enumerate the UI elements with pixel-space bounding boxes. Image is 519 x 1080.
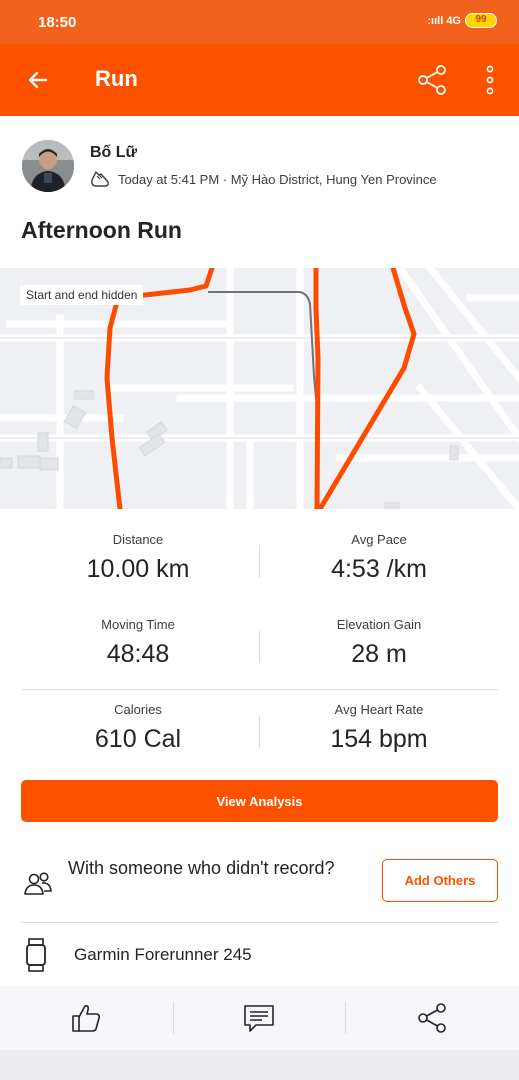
divider bbox=[21, 922, 498, 923]
more-options-button[interactable] bbox=[474, 60, 506, 100]
stat-avg-pace: Avg Pace 4:53 /km bbox=[259, 532, 499, 584]
athlete-header: Bố Lữ Today at 5:41 PM · Mỹ Hào District… bbox=[0, 116, 519, 206]
stat-distance: Distance 10.00 km bbox=[18, 532, 258, 584]
stat-label: Elevation Gain bbox=[336, 617, 422, 632]
map-privacy-label: Start and end hidden bbox=[20, 285, 144, 305]
share-icon bbox=[418, 65, 446, 95]
activity-title: Afternoon Run bbox=[21, 217, 182, 243]
navigation-strip bbox=[0, 1050, 519, 1080]
divider bbox=[173, 1002, 174, 1034]
stat-row: Moving Time 48:48 Elevation Gain 28 m bbox=[0, 605, 519, 690]
status-bar: 18:50 :ııll 4G 99 bbox=[0, 0, 519, 44]
activity-date-location: Today at 5:41 PM · Mỹ Hào District, Hung… bbox=[118, 171, 437, 187]
with-others-text: With someone who didn't record? bbox=[68, 858, 335, 878]
back-button[interactable] bbox=[20, 62, 56, 98]
stat-value: 10.00 km bbox=[86, 555, 190, 583]
stat-label: Calories bbox=[114, 702, 162, 717]
avatar[interactable] bbox=[22, 140, 74, 192]
stat-label: Moving Time bbox=[101, 617, 175, 632]
thumbs-up-icon bbox=[72, 1005, 101, 1032]
battery-icon: 99 bbox=[465, 13, 497, 28]
stat-value: 48:48 bbox=[106, 640, 170, 668]
stat-value: 610 Cal bbox=[94, 725, 182, 753]
avatar-photo bbox=[22, 140, 74, 192]
stat-label: Avg Pace bbox=[351, 532, 407, 547]
device-name: Garmin Forerunner 245 bbox=[74, 945, 252, 964]
people-icon bbox=[24, 872, 52, 895]
stat-label: Avg Heart Rate bbox=[334, 702, 424, 717]
share-activity-button[interactable] bbox=[402, 996, 462, 1040]
status-indicators: :ııll 4G 99 bbox=[427, 13, 497, 28]
signal-indicator: :ııll 4G bbox=[427, 14, 461, 27]
arrow-left-icon bbox=[28, 71, 48, 89]
comment-button[interactable] bbox=[229, 996, 289, 1040]
stat-moving-time: Moving Time 48:48 bbox=[18, 617, 258, 669]
divider bbox=[345, 1002, 346, 1034]
share-button[interactable] bbox=[412, 60, 452, 100]
kudos-button[interactable] bbox=[56, 996, 116, 1040]
athlete-name[interactable]: Bố Lữ bbox=[90, 144, 137, 162]
app-bar: Run bbox=[0, 44, 519, 116]
comment-icon bbox=[244, 1005, 274, 1032]
stat-calories: Calories 610 Cal bbox=[18, 702, 258, 754]
page-title: Run bbox=[95, 66, 138, 91]
stat-value: 154 bpm bbox=[330, 725, 428, 753]
more-vertical-icon bbox=[486, 65, 494, 95]
watch-icon bbox=[26, 938, 46, 972]
stat-row: Calories 610 Cal Avg Heart Rate 154 bpm bbox=[0, 690, 519, 775]
stat-value: 4:53 /km bbox=[331, 555, 427, 583]
share-icon bbox=[418, 1003, 446, 1033]
shoe-icon bbox=[91, 171, 109, 187]
stat-label: Distance bbox=[112, 532, 164, 547]
stat-row: Distance 10.00 km Avg Pace 4:53 /km bbox=[0, 520, 519, 605]
action-bar bbox=[0, 986, 519, 1050]
stat-value: 28 m bbox=[351, 640, 407, 668]
stats-grid: Distance 10.00 km Avg Pace 4:53 /km Movi… bbox=[0, 520, 519, 775]
route-map[interactable]: Start and end hidden bbox=[0, 268, 519, 509]
add-others-button[interactable]: Add Others bbox=[382, 859, 498, 902]
activity-meta: Today at 5:41 PM · Mỹ Hào District, Hung… bbox=[90, 170, 437, 188]
stat-elevation-gain: Elevation Gain 28 m bbox=[259, 617, 499, 669]
with-others-section: With someone who didn't record? Add Othe… bbox=[0, 846, 519, 922]
stat-avg-heart-rate: Avg Heart Rate 154 bpm bbox=[259, 702, 499, 754]
device-row: Garmin Forerunner 245 bbox=[0, 924, 519, 986]
view-analysis-button[interactable]: View Analysis bbox=[21, 780, 498, 822]
status-time: 18:50 bbox=[38, 14, 77, 31]
